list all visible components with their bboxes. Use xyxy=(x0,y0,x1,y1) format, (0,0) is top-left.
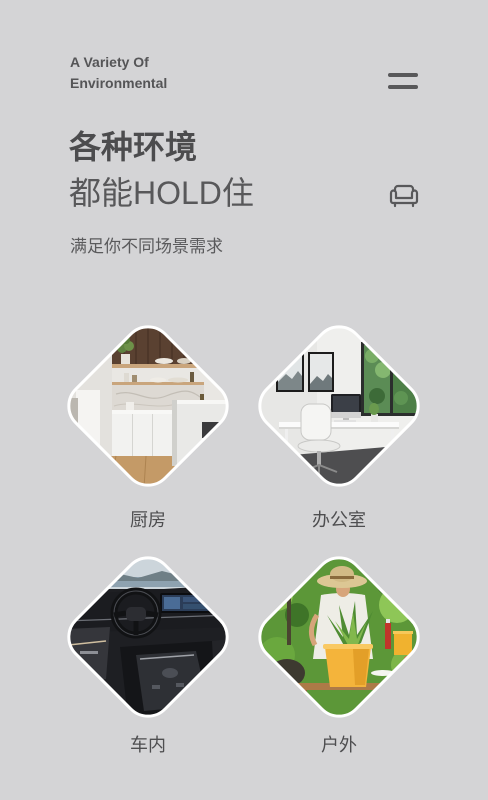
brand-subtitle: A Variety Of Environmental xyxy=(70,52,167,94)
menu-icon-bar-top xyxy=(388,73,418,77)
menu-icon xyxy=(386,70,420,92)
hero-title-line-2: 都能HOLD住 xyxy=(69,175,254,211)
scene-label-kitchen: 厨房 xyxy=(130,510,166,530)
menu-icon-bar-bottom xyxy=(388,85,418,89)
car-interior-image xyxy=(65,555,231,719)
office-image xyxy=(257,324,421,488)
outdoor-image xyxy=(257,547,423,719)
subtitle-line-1: A Variety Of xyxy=(70,54,149,70)
scene-card-office[interactable]: 办公室 xyxy=(257,324,421,534)
scene-card-outdoor[interactable]: 户外 xyxy=(257,547,423,765)
kitchen-image xyxy=(66,324,230,489)
outdoor-photo xyxy=(257,547,423,719)
hero-description: 满足你不同场景需求 xyxy=(70,237,223,256)
subtitle-line-2: Environmental xyxy=(70,75,168,91)
kitchen-photo xyxy=(66,324,230,489)
scene-card-kitchen[interactable]: 厨房 xyxy=(66,324,230,534)
sofa-icon xyxy=(389,184,419,208)
hero-title-line-1: 各种环境 xyxy=(69,129,198,165)
scene-label-car: 车内 xyxy=(130,735,166,755)
scene-card-car[interactable]: 车内 xyxy=(65,555,231,765)
menu-button[interactable] xyxy=(386,70,420,92)
car-interior-photo xyxy=(65,555,231,719)
office-photo xyxy=(257,324,421,488)
scene-label-outdoor: 户外 xyxy=(321,735,357,755)
scene-label-office: 办公室 xyxy=(312,510,366,530)
